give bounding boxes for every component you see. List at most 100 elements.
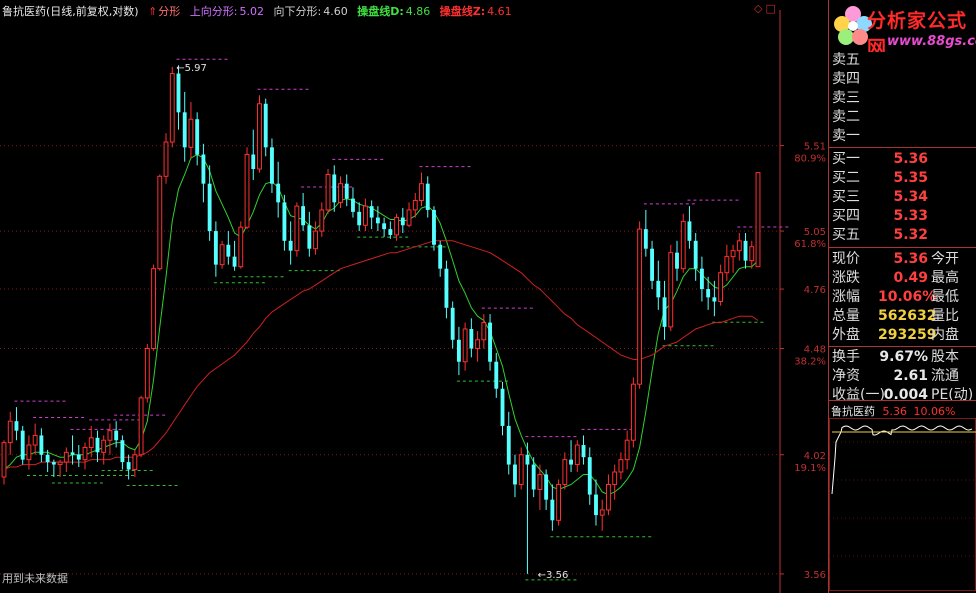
- down-fractal-label: 向下分形:: [273, 5, 322, 18]
- candle-down: [95, 437, 100, 453]
- buy-level-label: 买二: [832, 170, 860, 186]
- candle-up: [606, 483, 611, 511]
- quote-label: 外盘: [832, 327, 860, 343]
- candle-up: [755, 172, 761, 268]
- stat-label: 换手: [832, 349, 860, 365]
- candle-up: [7, 420, 13, 444]
- up-fractal-label: 上向分形:: [189, 5, 238, 18]
- quote-label-secondary: 内盘: [931, 327, 959, 343]
- quote-label-secondary: 最高: [931, 270, 959, 286]
- candle-up: [325, 173, 331, 211]
- candle-up: [637, 228, 643, 385]
- window-control-icons[interactable]: ◇ □: [754, 2, 776, 15]
- candle-down: [581, 445, 586, 458]
- candle-up: [718, 272, 724, 302]
- candle-down: [270, 147, 274, 184]
- candle-down: [20, 430, 25, 460]
- candle-up: [101, 439, 107, 453]
- down-fractal-value: 4.60: [323, 5, 348, 18]
- kline-chart-area[interactable]: 5.51 5.05 4.76 4.48 4.02 3.56 80.9% 61.8% 38.2% 1…: [0, 0, 828, 593]
- quote-label: 涨幅: [832, 289, 860, 305]
- quote-label-secondary: 量比: [931, 308, 959, 324]
- buy-level-label: 买三: [832, 189, 860, 205]
- buy-level-row: 买三 5.34: [832, 188, 928, 207]
- candle-down: [301, 206, 306, 226]
- sell-level-label: 卖一: [832, 128, 860, 144]
- mini-price-line: [831, 425, 973, 495]
- candle-up: [574, 444, 580, 466]
- candle-up: [157, 175, 163, 270]
- panel-divider: [829, 247, 976, 248]
- sell-level-label: 卖四: [832, 71, 860, 87]
- chart-title: 鲁抗医药(日线,前复权,对数): [2, 5, 139, 18]
- candle-down: [70, 452, 75, 455]
- candle-up: [151, 268, 156, 350]
- line-d-series: [3, 153, 759, 496]
- candle-down: [699, 268, 704, 290]
- candle-down: [369, 206, 374, 218]
- candle-down: [114, 430, 119, 441]
- fractal-arrow-icon: ⇑: [148, 5, 158, 18]
- mini-chart-name: 鲁抗医药: [831, 405, 875, 418]
- quote-row: 涨幅 10.06%最低: [832, 288, 959, 307]
- candle-down: [207, 183, 212, 232]
- candle-up: [624, 439, 630, 461]
- quote-value: 5.36: [893, 251, 928, 267]
- candle-up: [630, 383, 636, 441]
- candle-up: [537, 473, 543, 491]
- quote-value: 562632: [878, 308, 937, 324]
- candle-down: [251, 154, 256, 169]
- pct-tick-label: 19.1%: [794, 463, 826, 474]
- sell-level-row: 卖二: [832, 108, 878, 127]
- candle-up: [169, 73, 175, 143]
- buy-level-price: 5.32: [893, 227, 928, 243]
- candle-down: [195, 119, 200, 155]
- sell-level-row: 卖一: [832, 127, 878, 146]
- candle-up: [1, 442, 7, 478]
- restore-icon[interactable]: ◇: [754, 2, 762, 15]
- candle-down: [506, 425, 511, 465]
- candle-up: [680, 220, 686, 270]
- candle-down: [45, 454, 50, 463]
- candle-down: [357, 211, 362, 226]
- candle-up: [244, 154, 250, 228]
- candle-up: [736, 240, 742, 252]
- candle-down: [743, 240, 748, 261]
- intraday-mini-chart[interactable]: [829, 418, 976, 592]
- sell-level-label: 卖三: [832, 90, 860, 106]
- site-logo: 分析家公式网 www.88gs.com: [829, 0, 976, 52]
- candle-up: [188, 118, 194, 148]
- buy-level-price: 5.35: [893, 170, 928, 186]
- sell-level-label: 卖五: [832, 52, 860, 68]
- price-tick-label: 5.51: [804, 142, 826, 153]
- candle-up: [749, 246, 755, 262]
- candle-down: [675, 252, 679, 269]
- candle-down: [643, 229, 648, 249]
- candle-up: [462, 328, 468, 363]
- sell-level-row: 卖三: [832, 89, 878, 108]
- candle-down: [569, 459, 573, 465]
- candle-up: [612, 471, 618, 485]
- future-data-note: 用到未来数据: [2, 572, 68, 585]
- extreme-annotation: ←5.97: [176, 63, 207, 74]
- candle-down: [456, 339, 461, 362]
- candle-down: [307, 225, 312, 249]
- sell-level-row: 卖四: [832, 70, 878, 89]
- buy-level-label: 买四: [832, 208, 860, 224]
- candle-up: [730, 250, 736, 258]
- line-z-label: 操盘线Z:: [439, 5, 486, 18]
- candle-down: [587, 457, 592, 495]
- close-icon[interactable]: □: [765, 2, 775, 15]
- up-fractal-value: 5.02: [239, 5, 265, 18]
- chart-header: 鲁抗医药(日线,前复权,对数) ⇑分形 上向分形: 5.02 向下分形: 4.60 …: [2, 3, 518, 19]
- candle-up: [481, 322, 487, 341]
- stat-label: 净资: [832, 368, 860, 384]
- candle-up: [132, 454, 138, 470]
- candle-up: [163, 141, 169, 177]
- candle-up: [518, 454, 524, 485]
- candle-down: [432, 209, 436, 245]
- kline-chart-svg[interactable]: 5.51 5.05 4.76 4.48 4.02 3.56 80.9% 61.8% 38.2% 1…: [0, 0, 828, 593]
- sell-level-row: 卖五: [832, 51, 878, 70]
- candle-down: [594, 494, 598, 516]
- price-tick-label: 3.56: [804, 570, 826, 581]
